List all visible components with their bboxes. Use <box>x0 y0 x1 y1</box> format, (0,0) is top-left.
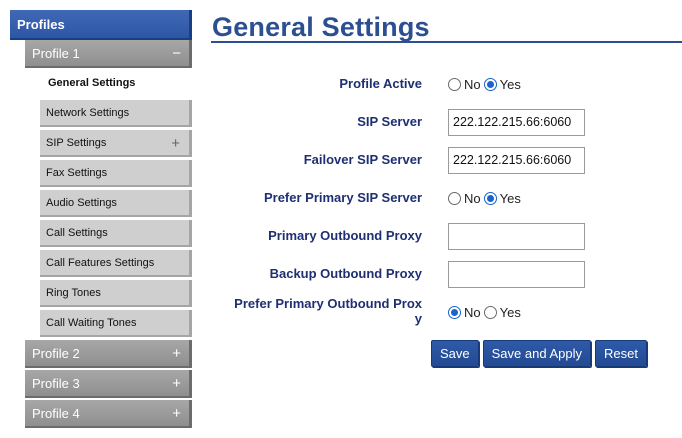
sidebar-item-label: Call Settings <box>46 227 108 239</box>
page-title: General Settings <box>212 12 430 42</box>
failover-sip-server-row: Failover SIP Server <box>210 145 680 175</box>
sidebar: Profiles Profile 1 − General Settings Ne… <box>0 0 200 438</box>
sip-server-row: SIP Server <box>210 107 680 137</box>
prefer-primary-sip-no-radio[interactable] <box>448 191 461 205</box>
prefer-primary-sip-label: Prefer Primary SIP Server <box>263 190 422 205</box>
prefer-primary-outbound-radio-group: No Yes <box>448 297 524 327</box>
prefer-primary-sip-yes-radio[interactable] <box>483 191 497 205</box>
sidebar-item-profile-4[interactable]: Profile 4 + <box>25 400 192 428</box>
radio-label: Yes <box>499 304 521 320</box>
label-line: Prefer Primary Outbound Prox <box>234 296 422 311</box>
reset-button[interactable]: Reset <box>595 340 647 367</box>
backup-outbound-proxy-label: Backup Outbound Proxy <box>269 266 422 281</box>
primary-outbound-proxy-label: Primary Outbound Proxy <box>268 228 422 243</box>
sidebar-item-label: Profile 1 <box>32 46 80 61</box>
profile-active-radio-group: No Yes <box>448 69 524 99</box>
prefer-primary-outbound-label: Prefer Primary Outbound Prox y <box>202 296 422 328</box>
profile-active-label: Profile Active <box>339 76 422 91</box>
failover-sip-server-input[interactable] <box>448 146 585 174</box>
prefer-primary-sip-radio-group: No Yes <box>448 183 524 213</box>
title-divider <box>211 41 682 43</box>
sidebar-item-ring-tones[interactable]: Ring Tones <box>40 280 192 307</box>
sidebar-item-profile-3[interactable]: Profile 3 + <box>25 370 192 398</box>
sidebar-item-call-settings[interactable]: Call Settings <box>40 220 192 247</box>
radio-label: Yes <box>499 190 521 206</box>
radio-label: No <box>464 190 481 206</box>
sidebar-item-sip-settings[interactable]: SIP Settings + <box>40 130 192 157</box>
radio-label: No <box>464 76 481 92</box>
profile-active-row: Profile Active No Yes <box>210 69 680 99</box>
sidebar-item-label: Audio Settings <box>46 197 117 209</box>
backup-outbound-proxy-input[interactable] <box>448 260 585 288</box>
sidebar-item-label: Fax Settings <box>46 167 108 179</box>
save-button[interactable]: Save <box>431 340 479 367</box>
save-and-apply-button[interactable]: Save and Apply <box>482 340 591 367</box>
sidebar-item-label: Profile 3 <box>32 376 80 391</box>
sidebar-profiles-label: Profiles <box>17 17 65 32</box>
prefer-primary-outbound-no-radio[interactable] <box>448 305 461 319</box>
primary-outbound-proxy-input[interactable] <box>448 222 585 250</box>
radio-label: Yes <box>499 76 521 92</box>
profile-active-no-radio[interactable] <box>448 77 461 91</box>
sidebar-item-label: Call Waiting Tones <box>46 317 137 329</box>
expand-icon[interactable]: + <box>172 340 181 368</box>
prefer-primary-outbound-yes-radio[interactable] <box>483 305 497 319</box>
sidebar-item-label: General Settings <box>48 77 136 89</box>
sidebar-item-audio-settings[interactable]: Audio Settings <box>40 190 192 217</box>
sip-server-input[interactable] <box>448 108 585 136</box>
failover-sip-server-label: Failover SIP Server <box>303 152 422 167</box>
sidebar-item-profile-2[interactable]: Profile 2 + <box>25 340 192 368</box>
sidebar-item-label: Network Settings <box>46 107 130 119</box>
expand-icon[interactable]: + <box>172 400 181 428</box>
sidebar-item-label: Call Features Settings <box>46 257 155 269</box>
expand-icon[interactable]: + <box>171 130 180 157</box>
prefer-primary-outbound-row: Prefer Primary Outbound Prox y No Yes <box>210 296 680 328</box>
label-line: y <box>414 311 422 326</box>
form-buttons: Save Save and Apply Reset <box>431 340 647 367</box>
sidebar-item-label: Ring Tones <box>46 287 101 299</box>
sidebar-item-label: Profile 4 <box>32 406 80 421</box>
backup-outbound-proxy-row: Backup Outbound Proxy <box>210 259 680 289</box>
sidebar-item-call-features-settings[interactable]: Call Features Settings <box>40 250 192 277</box>
collapse-icon[interactable]: − <box>172 40 181 68</box>
sidebar-item-call-waiting-tones[interactable]: Call Waiting Tones <box>40 310 192 337</box>
sidebar-item-general-settings[interactable]: General Settings <box>42 70 194 97</box>
primary-outbound-proxy-row: Primary Outbound Proxy <box>210 221 680 251</box>
sidebar-item-profile-1[interactable]: Profile 1 − <box>25 40 192 68</box>
sidebar-item-fax-settings[interactable]: Fax Settings <box>40 160 192 187</box>
sip-server-label: SIP Server <box>357 114 422 129</box>
prefer-primary-sip-row: Prefer Primary SIP Server No Yes <box>210 183 680 213</box>
expand-icon[interactable]: + <box>172 370 181 398</box>
sidebar-item-label: SIP Settings <box>46 137 107 149</box>
sidebar-profiles-header[interactable]: Profiles <box>10 10 192 40</box>
radio-label: No <box>464 304 481 320</box>
sidebar-item-label: Profile 2 <box>32 346 80 361</box>
profile-active-yes-radio[interactable] <box>483 77 497 91</box>
sidebar-item-network-settings[interactable]: Network Settings <box>40 100 192 127</box>
